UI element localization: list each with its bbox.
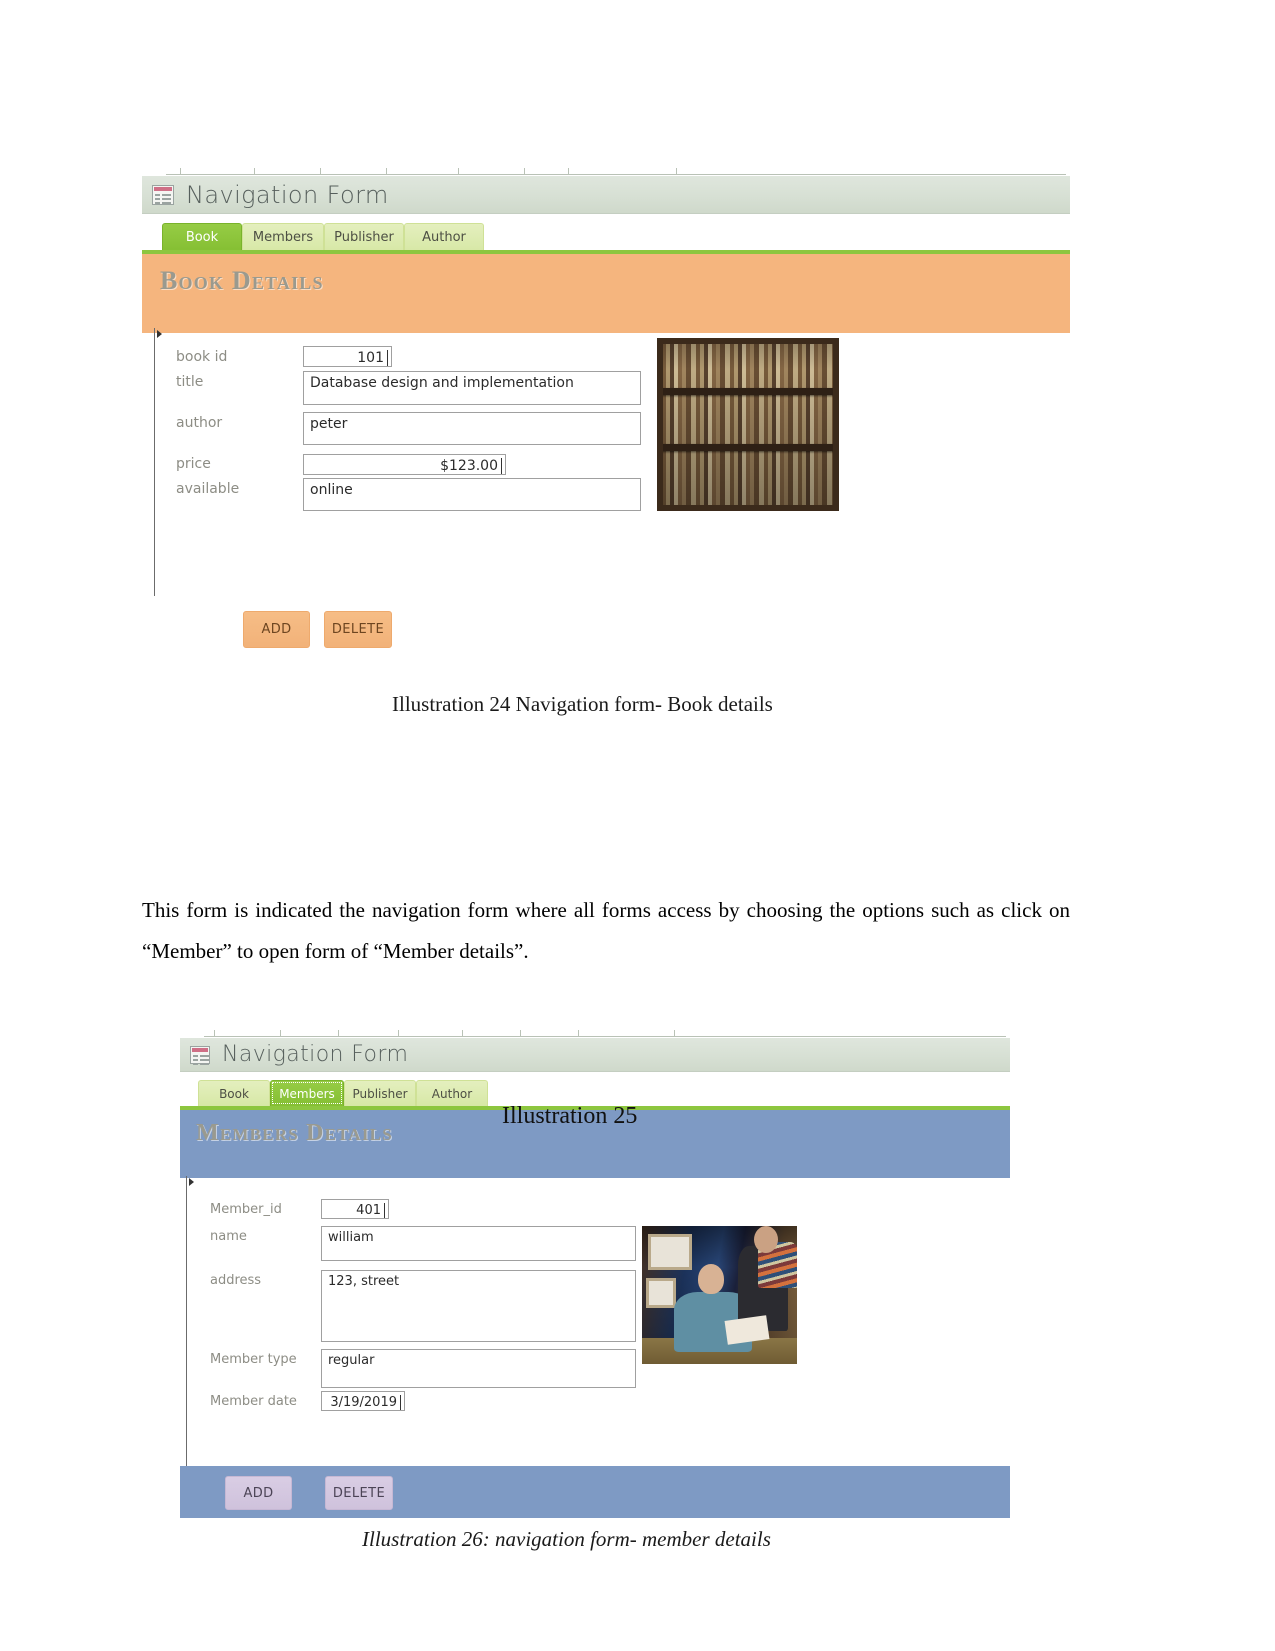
tab-members[interactable]: Members (242, 223, 324, 251)
field-value-name: william (328, 1230, 374, 1245)
field-label-title: title (176, 374, 204, 390)
field-label-address: address (210, 1273, 262, 1288)
field-value-member-date: 3/19/2019 (330, 1395, 401, 1410)
field-input-title[interactable]: Database design and implementation (303, 371, 641, 405)
navigation-tab-bar: Book Members Publisher Author (142, 223, 484, 251)
record-selector-2[interactable] (186, 1176, 199, 1468)
navigation-tab-bar-2: Book Members Publisher Author (180, 1080, 488, 1106)
field-label-member-id: Member_id (210, 1202, 282, 1217)
field-input-name[interactable]: william (321, 1226, 636, 1261)
window-title-2: Navigation Form (222, 1042, 409, 1067)
field-value-member-type: regular (328, 1353, 375, 1368)
delete-button-label: DELETE (331, 622, 385, 637)
window-title-bar: Navigation Form (142, 176, 1070, 214)
current-record-arrow (189, 1178, 194, 1186)
caption-illustration-26: Illustration 26: navigation form- member… (362, 1527, 771, 1551)
body-paragraph: This form is indicated the navigation fo… (142, 898, 1070, 963)
book-form-screenshot: Navigation Form Book Members Publisher A… (142, 168, 1070, 678)
field-label-price: price (176, 456, 211, 472)
form-header-title: Book Details (160, 266, 324, 295)
form-header-title-2: Members Details (196, 1120, 393, 1146)
tab-author-label: Author (431, 1086, 473, 1101)
field-value-price: $123.00 (440, 458, 502, 474)
tab-publisher[interactable]: Publisher (344, 1080, 416, 1106)
field-label-available: available (176, 481, 240, 497)
tab-author[interactable]: Author (416, 1080, 488, 1106)
field-input-book-id[interactable]: 101 (303, 346, 392, 367)
field-input-available[interactable]: online (303, 478, 641, 511)
caption-illustration-24: Illustration 24 Navigation form- Book de… (392, 692, 773, 716)
tab-members[interactable]: Members (270, 1080, 344, 1106)
tab-members-label: Members (252, 230, 314, 245)
field-input-price[interactable]: $123.00 (303, 454, 506, 475)
window-title-bar-2: Navigation Form (180, 1038, 1010, 1072)
field-label-member-type: Member type (210, 1352, 297, 1367)
field-label-book-id: book id (176, 349, 228, 365)
field-input-address[interactable]: 123, street (321, 1270, 636, 1342)
record-selector[interactable] (154, 328, 168, 596)
field-value-member-id: 401 (356, 1203, 385, 1218)
tab-publisher[interactable]: Publisher (324, 223, 404, 251)
document-page: Navigation Form Book Members Publisher A… (0, 0, 1275, 1651)
add-button-2[interactable]: ADD (225, 1476, 292, 1510)
field-value-author: peter (310, 416, 348, 432)
overlay-illustration-25: Illustration 25 (502, 1103, 638, 1129)
form-window-icon (152, 184, 174, 205)
field-value-title: Database design and implementation (310, 375, 574, 391)
add-button-label: ADD (261, 622, 292, 637)
tab-book-label: Book (219, 1086, 249, 1101)
delete-button-2[interactable]: DELETE (325, 1476, 393, 1510)
delete-button[interactable]: DELETE (324, 611, 392, 648)
current-record-arrow (157, 330, 162, 338)
add-button-label: ADD (243, 1485, 274, 1501)
delete-button-label: DELETE (332, 1485, 386, 1501)
window-title: Navigation Form (186, 180, 389, 209)
library-people-photo (642, 1226, 797, 1364)
form-footer-band (180, 1466, 1010, 1518)
add-button[interactable]: ADD (243, 611, 310, 648)
tab-book[interactable]: Book (162, 223, 242, 251)
tab-members-label: Members (279, 1086, 335, 1101)
field-input-member-type[interactable]: regular (321, 1349, 636, 1388)
field-label-member-date: Member date (210, 1394, 297, 1409)
tab-publisher-label: Publisher (334, 230, 394, 245)
ribbon-edge-2 (180, 1030, 1010, 1038)
field-value-book-id: 101 (357, 350, 388, 366)
field-label-author: author (176, 415, 223, 431)
tab-author-label: Author (422, 230, 466, 245)
ribbon-edge (142, 168, 1070, 176)
field-value-address: 123, street (328, 1274, 400, 1289)
form-header-band: Book Details (142, 254, 1070, 333)
tab-book-label: Book (185, 230, 219, 245)
field-input-member-id[interactable]: 401 (321, 1199, 389, 1219)
tab-author[interactable]: Author (404, 223, 484, 251)
tab-book[interactable]: Book (198, 1080, 270, 1106)
field-input-author[interactable]: peter (303, 412, 641, 445)
field-input-member-date[interactable]: 3/19/2019 (321, 1391, 405, 1411)
tab-publisher-label: Publisher (352, 1086, 408, 1101)
form-window-icon (190, 1045, 210, 1065)
bookshelf-photo (657, 338, 839, 511)
field-value-available: online (310, 482, 353, 498)
field-label-name: name (210, 1229, 247, 1244)
